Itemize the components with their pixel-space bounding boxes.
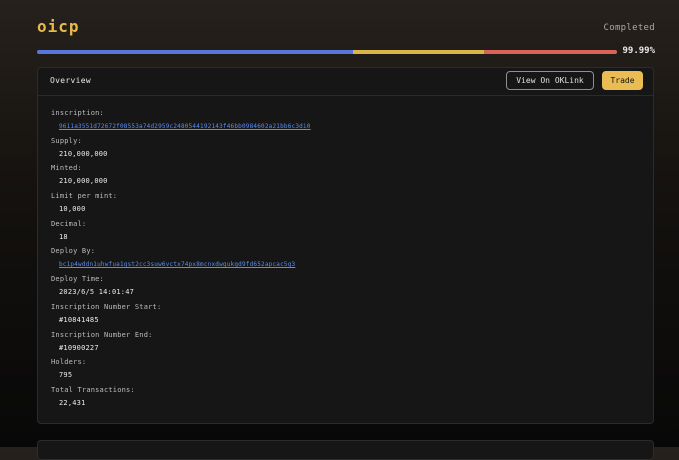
progress-segment-blue [37,50,354,54]
field-label: Inscription Number End: [51,330,153,339]
field-value: 795 [59,371,73,380]
token-title: oicp [37,17,80,36]
field-row: Deploy By: bc1p4wddn1uhwfua1qst2cc3suw6vc… [51,247,311,275]
field-row: Deploy Time: 2023/6/5 14:01:47 [51,275,311,303]
field-label: Limit per mint: [51,192,118,201]
field-value-link[interactable]: bc1p4wddn1uhwfua1qst2cc3suw6vctx74px8mcn… [51,260,311,269]
field-row: Minted: 210,000,000 [51,164,311,192]
progress-percent: 99.99% [622,46,655,56]
field-label: Holders: [51,358,87,367]
card-header: Overview View On OKLink Trade [38,68,653,96]
field-value: 210,000,000 [59,177,108,186]
field-value: #10900227 [59,343,99,352]
field-label: Decimal: [51,219,87,228]
field-label: Deploy By: [51,247,96,256]
field-value-link[interactable]: 9611a3551d72672f08553a74d2959c2480544192… [51,122,311,131]
field-list: inscription: 9611a3551d72672f08553a74d295… [51,109,311,414]
field-label: Minted: [51,164,82,173]
field-value: 18 [59,232,68,241]
field-value: 22,431 [59,398,86,407]
next-card [37,440,654,460]
field-row: inscription: 9611a3551d72672f08553a74d295… [51,109,311,137]
progress-segment-yellow [353,50,484,54]
trade-button[interactable]: Trade [602,71,643,90]
overview-card: Overview View On OKLink Trade inscriptio… [37,67,654,424]
field-value: 2023/6/5 14:01:47 [59,288,135,297]
progress-bar [37,50,617,54]
field-label: Total Transactions: [51,385,135,394]
view-on-oklink-button[interactable]: View On OKLink [506,71,594,90]
status-text: Completed [603,23,655,33]
progress-segment-red [483,50,617,54]
field-label: Deploy Time: [51,275,104,284]
field-row: Supply: 210,000,000 [51,137,311,165]
field-row: Holders: 795 [51,358,311,386]
field-label: Inscription Number Start: [51,302,162,311]
field-value: 10,000 [59,205,86,214]
field-row: Limit per mint: 10,000 [51,192,311,220]
field-label: Supply: [51,136,82,145]
card-title: Overview [50,76,91,85]
field-row: Total Transactions: 22,431 [51,386,311,414]
field-value: 210,000,000 [59,149,108,158]
field-row: Inscription Number Start: #10841485 [51,303,311,331]
field-label: inscription: [51,109,104,117]
field-row: Decimal: 18 [51,220,311,248]
field-row: Inscription Number End: #10900227 [51,331,311,359]
field-value: #10841485 [59,315,99,324]
